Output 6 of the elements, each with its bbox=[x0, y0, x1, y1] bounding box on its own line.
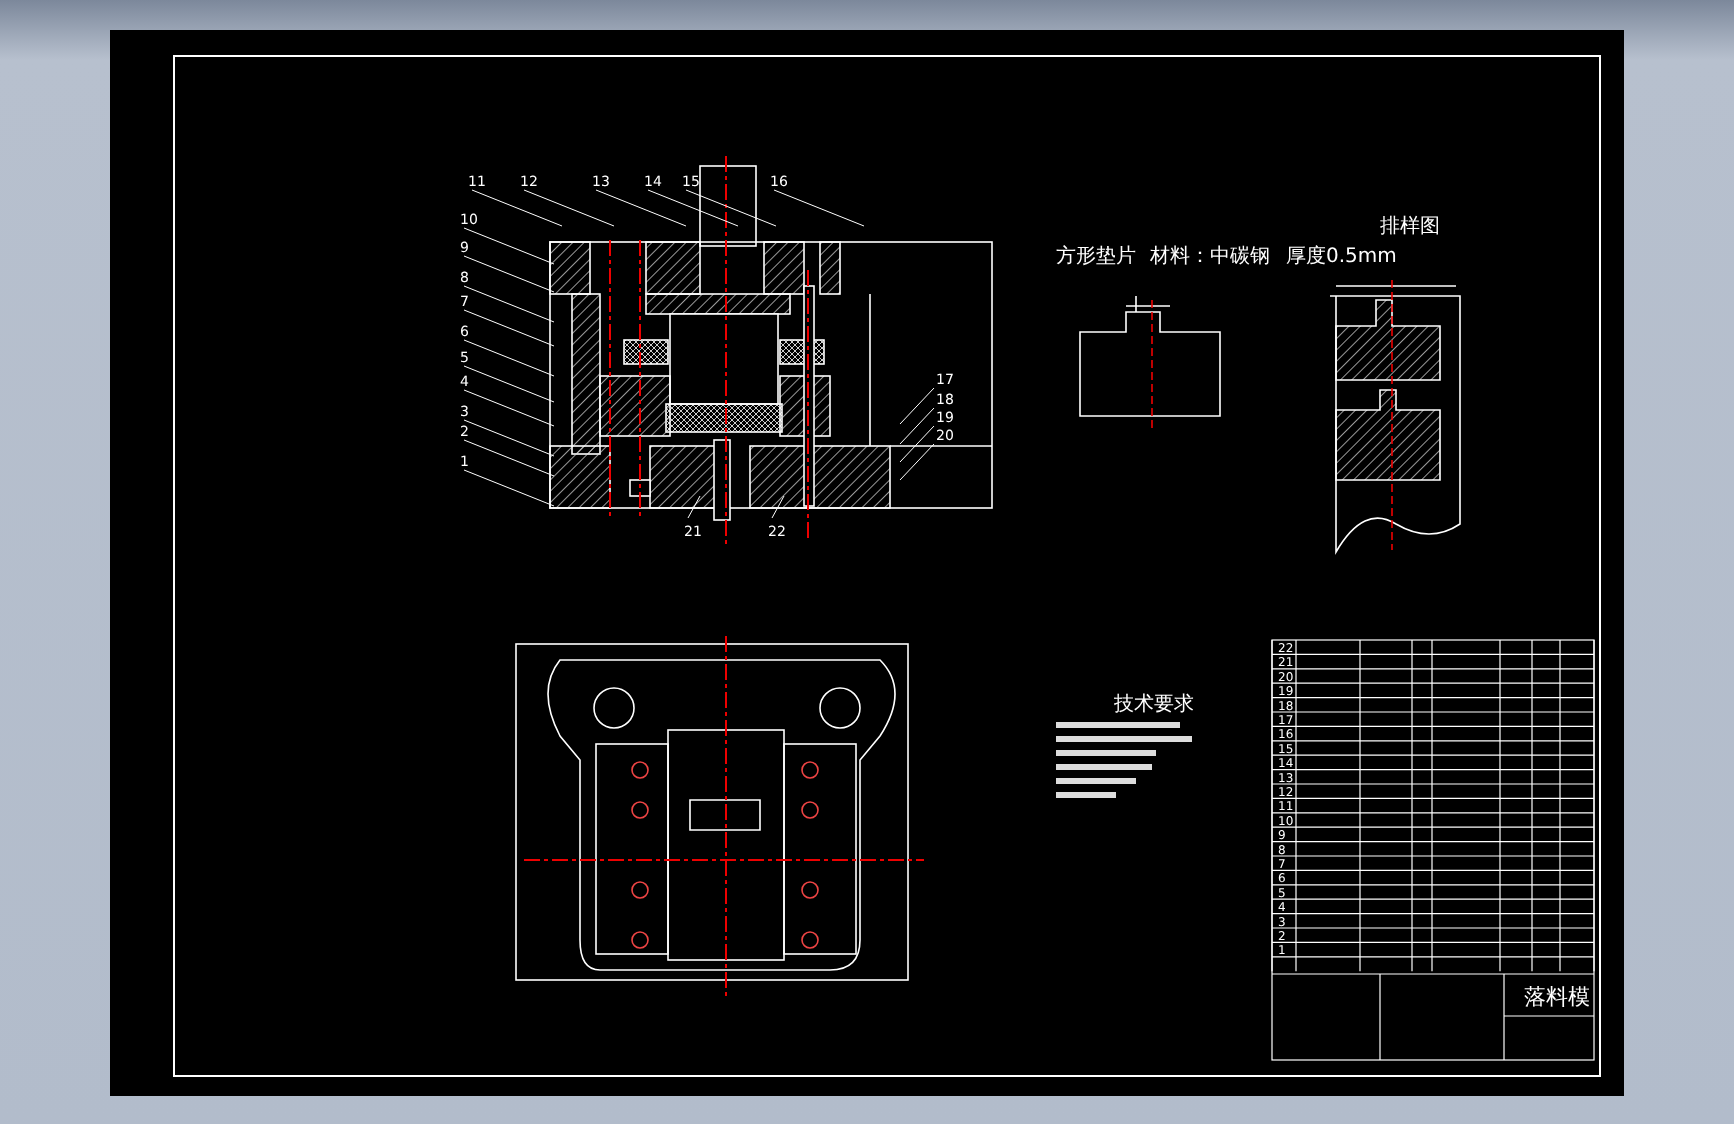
layout-title: 排样图 bbox=[1380, 216, 1440, 238]
part-name: 方形垫片 bbox=[1056, 246, 1136, 268]
drawing-title: 落料模 bbox=[1524, 984, 1590, 1010]
material-label: 材料：中碳钢 bbox=[1150, 246, 1270, 268]
notes-title: 技术要求 bbox=[1114, 694, 1194, 716]
thickness-label: 厚度0.5mm bbox=[1286, 246, 1397, 268]
